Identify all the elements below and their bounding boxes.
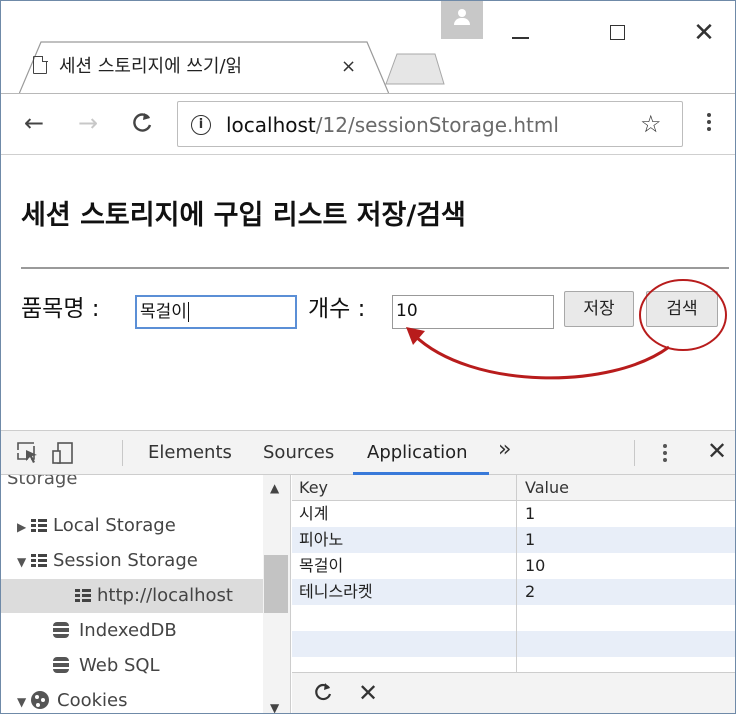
divider xyxy=(21,267,729,269)
table-header: Key Value xyxy=(292,475,735,501)
value-column-header[interactable]: Value xyxy=(525,475,569,501)
sidebar-item-indexeddb[interactable]: IndexedDB xyxy=(1,614,263,648)
storage-table: Key Value 시계 1 피아노 1 목걸이 10 테니스라켓 2 xyxy=(292,475,735,672)
more-tabs-icon[interactable]: » xyxy=(498,437,511,462)
search-button[interactable]: 검색 xyxy=(646,291,718,327)
document-icon xyxy=(33,55,48,74)
item-name-input[interactable]: 목걸이 xyxy=(135,295,297,329)
database-icon xyxy=(53,657,69,673)
storage-grid-icon xyxy=(31,519,47,532)
annotation-arrowhead xyxy=(406,327,425,345)
new-tab-button[interactable] xyxy=(385,53,445,85)
refresh-icon[interactable] xyxy=(312,681,334,709)
database-icon xyxy=(53,622,69,638)
scrollbar-thumb[interactable] xyxy=(264,555,288,613)
devtools-panel: Elements Sources Application » ✕ Storage… xyxy=(1,430,735,713)
tab-strip: ✕ 세션 스토리지에 쓰기/읽 × xyxy=(1,1,735,94)
sidebar-item-session-storage[interactable]: ▼ Session Storage xyxy=(1,544,263,578)
sidebar-item-session-localhost[interactable]: http://localhost xyxy=(1,579,263,613)
minimize-button[interactable] xyxy=(498,1,544,61)
devtools-close-icon[interactable]: ✕ xyxy=(707,437,727,465)
browser-toolbar: ← → i localhost/12/sessionStorage.html ☆ xyxy=(1,93,735,155)
delete-icon[interactable]: ✕ xyxy=(358,679,378,707)
window-close-button[interactable]: ✕ xyxy=(681,1,727,61)
reload-icon[interactable] xyxy=(127,108,157,138)
back-arrow-icon[interactable]: ← xyxy=(19,108,49,138)
storage-section-header: Storage xyxy=(7,475,78,489)
browser-window: ✕ 세션 스토리지에 쓰기/읽 × ← → i localhost/12/ses… xyxy=(0,0,736,714)
column-divider[interactable] xyxy=(516,475,517,672)
collapse-triangle-icon: ▼ xyxy=(17,555,27,569)
count-input[interactable]: 10 xyxy=(392,295,554,329)
expand-triangle-icon: ▶ xyxy=(17,520,27,534)
browser-menu-icon[interactable] xyxy=(704,110,714,140)
table-row[interactable]: 시계 1 xyxy=(292,501,735,527)
tab-title: 세션 스토리지에 쓰기/읽 xyxy=(59,55,339,79)
page-content: 세션 스토리지에 구입 리스트 저장/검색 품목명 : 목걸이 개수 : 10 … xyxy=(1,155,735,430)
storage-table-toolbar: ✕ xyxy=(292,672,735,713)
sidebar-item-local-storage[interactable]: ▶ Local Storage xyxy=(1,509,263,543)
address-bar[interactable]: i localhost/12/sessionStorage.html ☆ xyxy=(177,101,683,147)
bookmark-star-icon[interactable]: ☆ xyxy=(640,110,662,138)
devtools-toolbar: Elements Sources Application » ✕ xyxy=(1,431,735,475)
table-row[interactable]: 테니스라켓 2 xyxy=(292,579,735,605)
scroll-up-arrow-icon[interactable]: ▲ xyxy=(270,481,279,495)
sidebar-item-cookies[interactable]: ▼ Cookies xyxy=(1,684,263,713)
storage-grid-icon xyxy=(31,554,47,567)
annotation-arrow xyxy=(412,333,670,380)
tab-close-icon[interactable]: × xyxy=(341,56,356,78)
inspect-element-icon[interactable] xyxy=(17,442,39,464)
info-icon[interactable]: i xyxy=(191,115,211,135)
storage-grid-icon xyxy=(75,589,91,602)
page-heading: 세션 스토리지에 구입 리스트 저장/검색 xyxy=(21,200,466,231)
empty-table-row[interactable] xyxy=(292,605,735,631)
user-profile-icon[interactable] xyxy=(441,1,483,39)
devtools-menu-icon[interactable] xyxy=(661,441,669,467)
scroll-down-arrow-icon[interactable]: ▼ xyxy=(270,701,279,713)
maximize-button[interactable] xyxy=(594,1,640,61)
tab-application[interactable]: Application xyxy=(367,440,468,466)
collapse-triangle-icon: ▼ xyxy=(17,695,27,709)
tab-sources[interactable]: Sources xyxy=(263,440,334,466)
empty-table-row[interactable] xyxy=(292,631,735,657)
application-sidebar: Storage ▶ Local Storage ▼ Session Storage … xyxy=(1,475,291,713)
sidebar-item-websql[interactable]: Web SQL xyxy=(1,649,263,683)
count-label: 개수 : xyxy=(308,296,366,322)
table-row[interactable]: 목걸이 10 xyxy=(292,553,735,579)
key-column-header[interactable]: Key xyxy=(299,475,328,501)
save-button[interactable]: 저장 xyxy=(564,291,634,327)
device-toolbar-icon[interactable] xyxy=(52,442,74,464)
forward-arrow-icon[interactable]: → xyxy=(73,108,103,138)
tab-elements[interactable]: Elements xyxy=(148,440,232,466)
cookie-icon xyxy=(31,691,49,709)
table-row[interactable]: 피아노 1 xyxy=(292,527,735,553)
url-text[interactable]: localhost/12/sessionStorage.html xyxy=(226,112,559,138)
item-label: 품목명 : xyxy=(21,296,100,322)
